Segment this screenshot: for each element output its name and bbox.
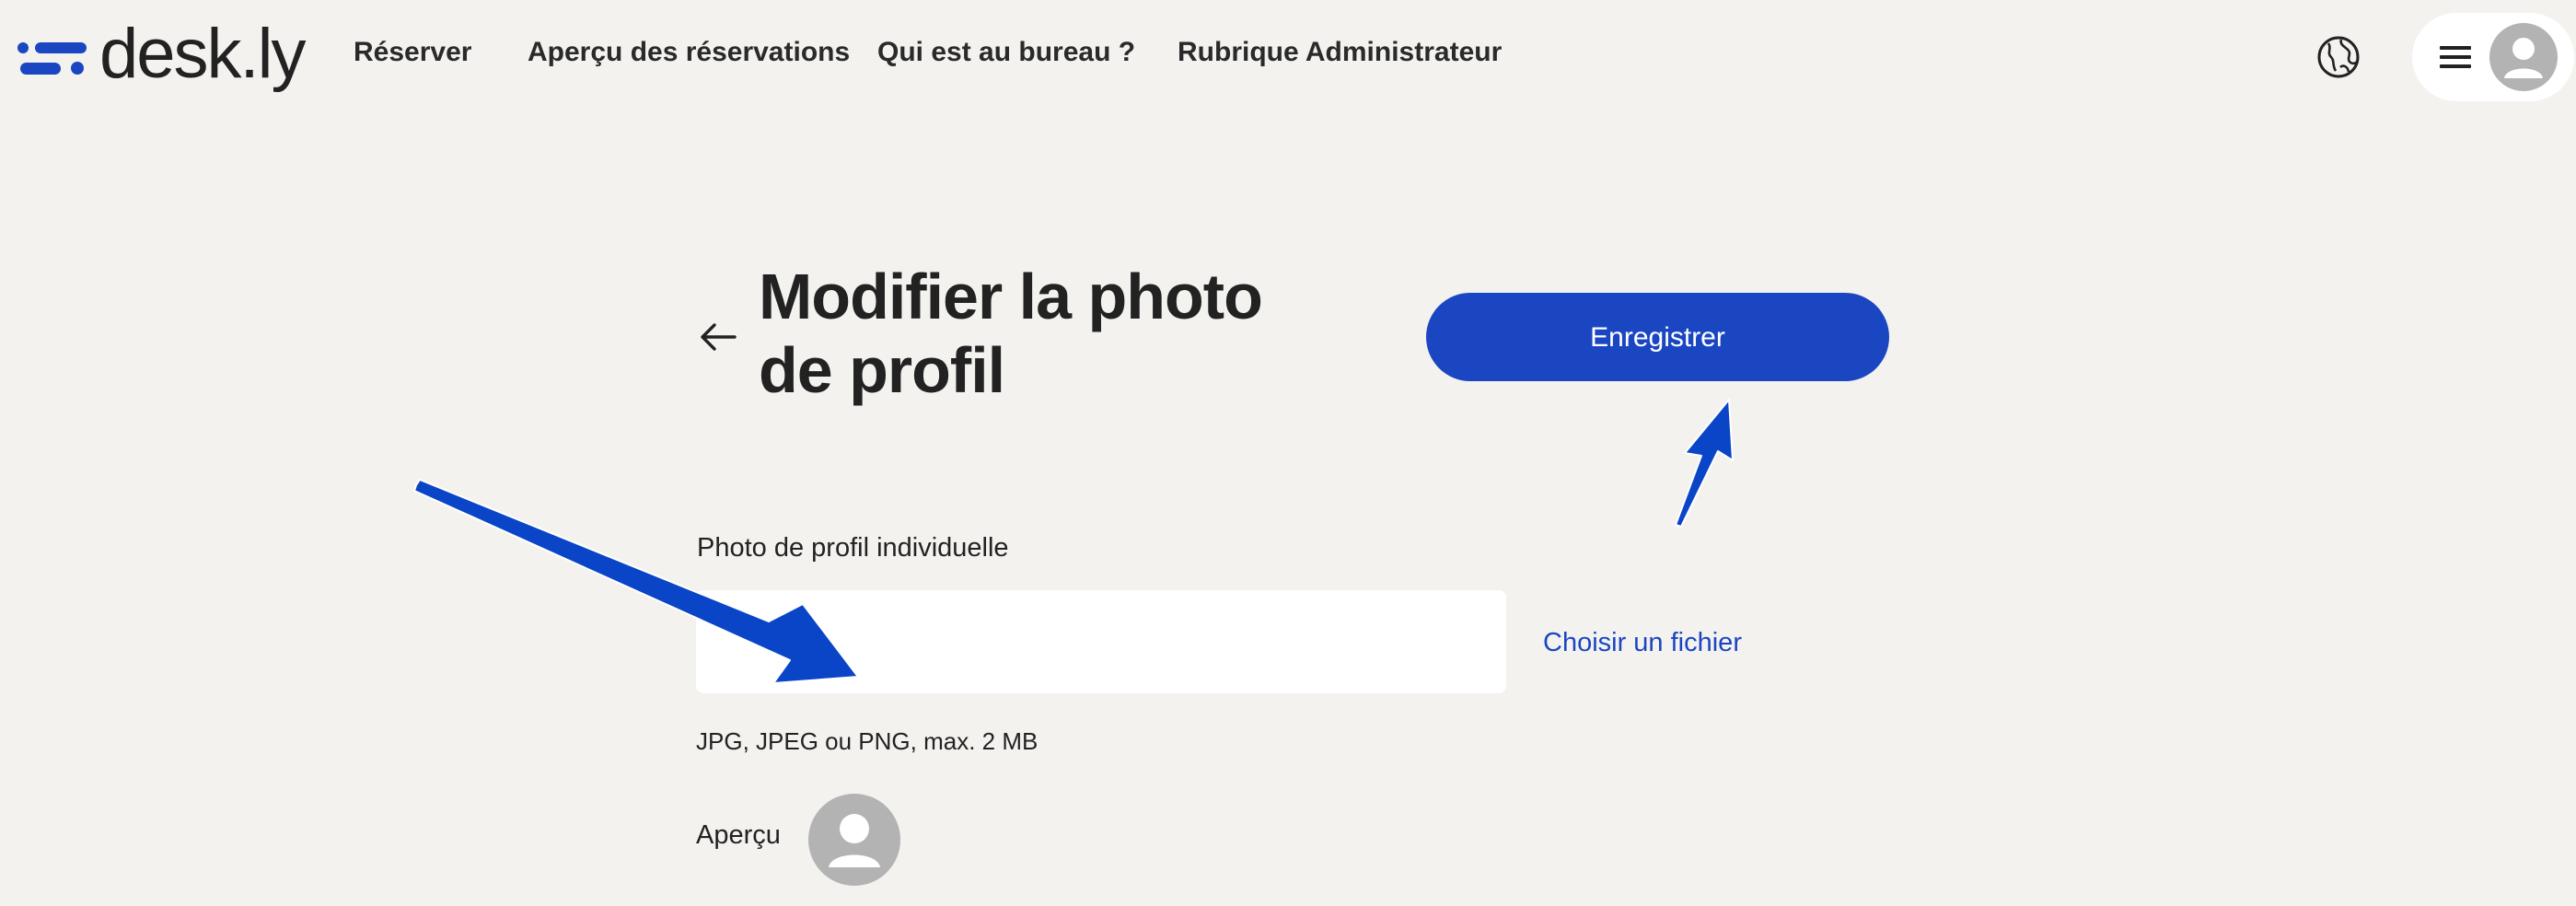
profile-photo-label: Photo de profil individuelle <box>697 533 1009 563</box>
logo-text: desk.ly <box>99 15 307 93</box>
nav-item-rubrique-administrateur[interactable]: Rubrique Administrateur <box>1178 37 1502 68</box>
annotation-arrows <box>413 399 1734 684</box>
save-button[interactable]: Enregistrer <box>1426 293 1889 381</box>
nav-item-qui-est-au-bureau[interactable]: Qui est au bureau ? <box>877 37 1135 68</box>
hamburger-menu-icon <box>2440 46 2471 68</box>
logo-mark-icon <box>17 42 87 75</box>
file-name-field[interactable] <box>696 590 1506 693</box>
top-navigation-bar: desk.ly Réserver Aperçu des réservations… <box>0 0 2576 114</box>
globe-icon[interactable] <box>2315 34 2361 80</box>
desk-ly-logo[interactable]: desk.ly <box>17 13 307 96</box>
file-format-hint: JPG, JPEG ou PNG, max. 2 MB <box>696 727 1039 755</box>
choose-file-link[interactable]: Choisir un fichier <box>1543 628 1742 658</box>
nav-item-reserver[interactable]: Réserver <box>354 37 471 68</box>
annotation-arrow-to-save-button <box>1675 399 1734 528</box>
user-menu-button[interactable] <box>2412 13 2574 101</box>
default-avatar-icon <box>808 794 900 886</box>
preview-label: Aperçu <box>696 820 781 850</box>
nav-item-apercu-reservations[interactable]: Aperçu des réservations <box>528 37 850 68</box>
page-title: Modifier la photo de profil <box>759 261 1263 406</box>
user-avatar-icon <box>2489 23 2558 91</box>
arrow-left-icon[interactable] <box>698 317 738 357</box>
